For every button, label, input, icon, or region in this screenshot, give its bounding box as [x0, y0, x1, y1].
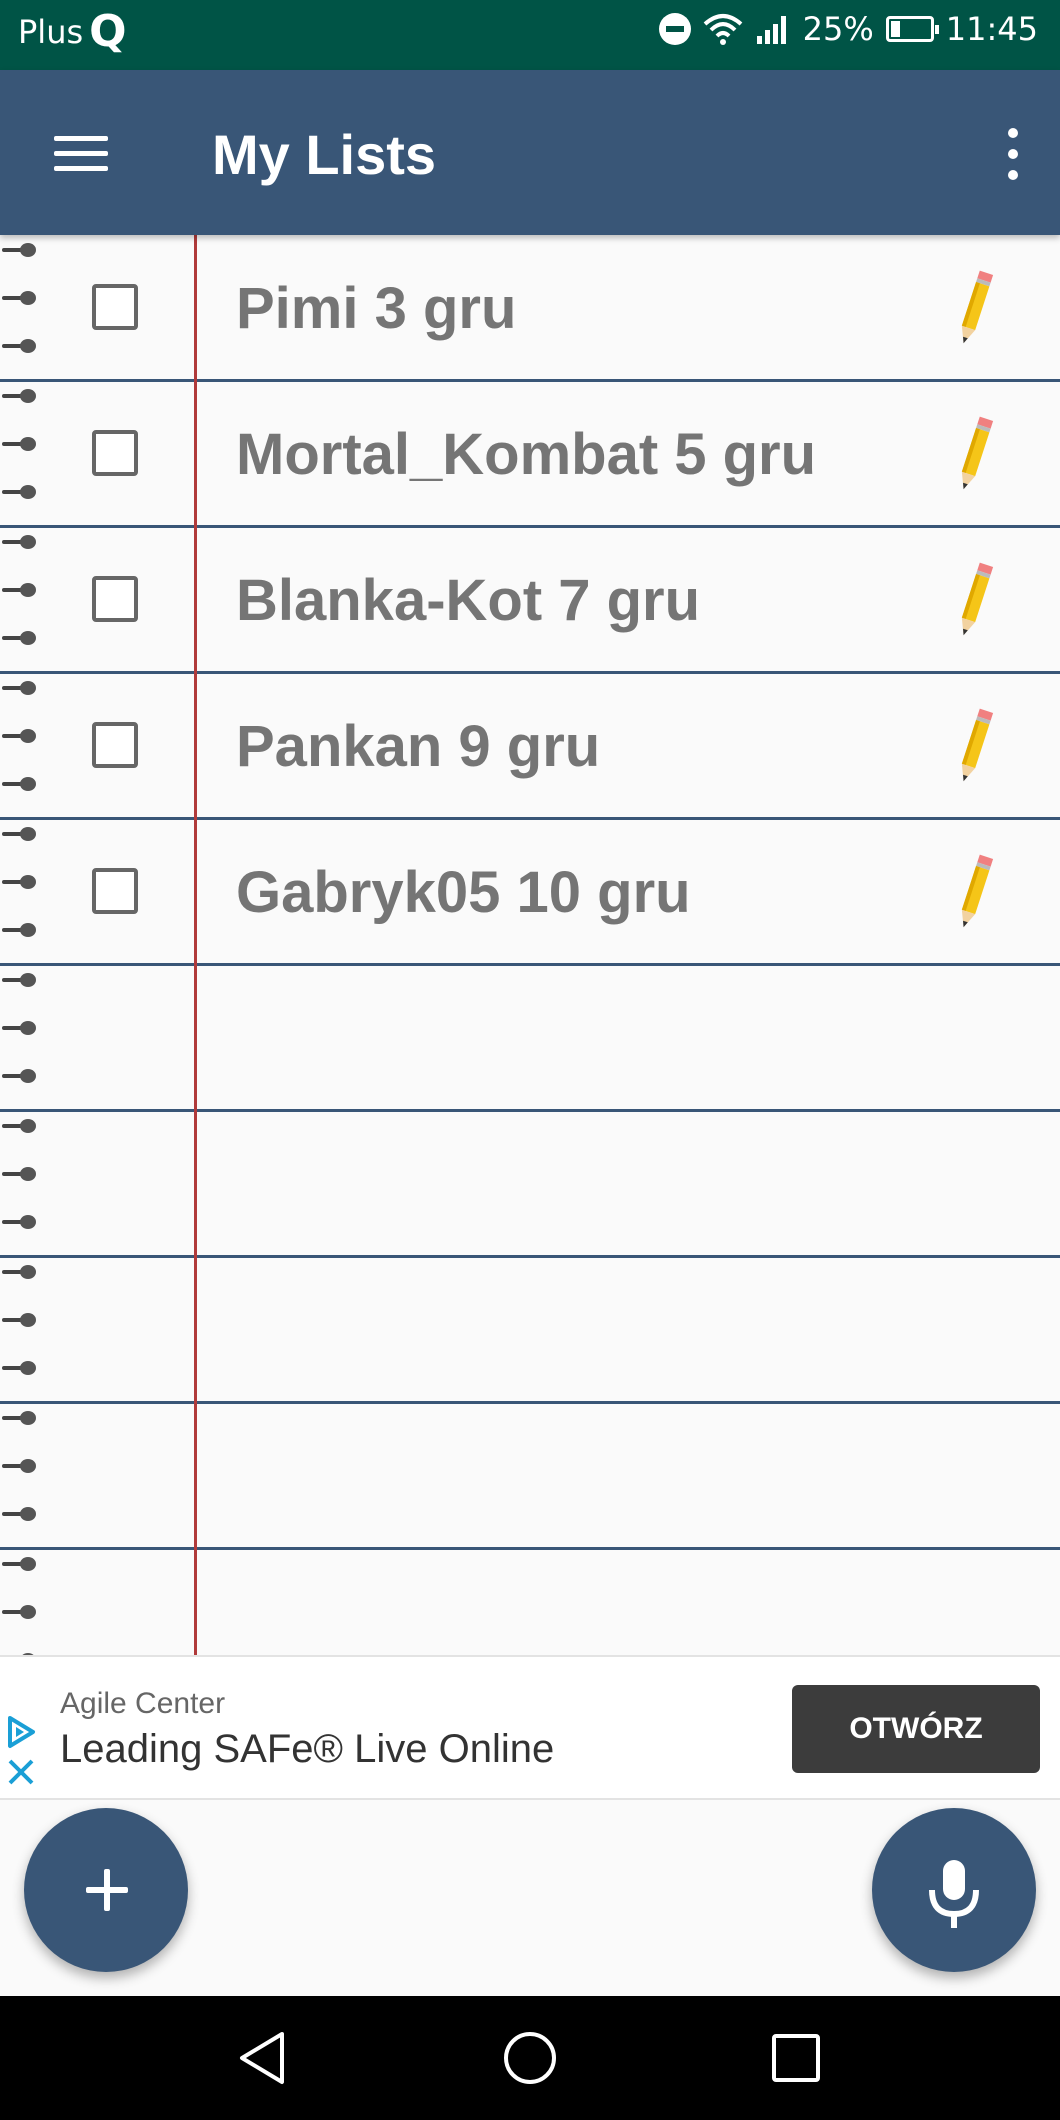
checkbox-icon[interactable] — [92, 430, 138, 476]
close-icon[interactable] — [6, 1757, 36, 1787]
carrier-prefix: Plus — [18, 13, 84, 51]
pencil-icon[interactable] — [955, 411, 995, 497]
spiral-ring-icon — [2, 923, 38, 937]
list-row — [0, 1257, 1060, 1404]
spiral-ring-icon — [2, 1507, 38, 1521]
spiral-ring-icon — [2, 1411, 38, 1425]
list-row[interactable]: Pankan 9 gru — [0, 673, 1060, 820]
ad-headline[interactable]: Leading SAFe® Live Online — [60, 1727, 554, 1772]
app-bar: My Lists — [0, 70, 1060, 235]
pencil-icon[interactable] — [955, 557, 995, 643]
spiral-ring-icon — [2, 1215, 38, 1229]
pencil-icon[interactable] — [955, 265, 995, 351]
signal-icon — [756, 16, 786, 44]
carrier-label: Plus Q — [18, 6, 127, 57]
microphone-icon — [929, 1860, 979, 1928]
page-title: My Lists — [212, 123, 437, 186]
spiral-ring-icon — [2, 631, 38, 645]
list-area[interactable]: Pimi 3 gru Mortal_Kombat 5 gru Blanka-Kot … — [0, 235, 1060, 1655]
spiral-ring-icon — [2, 1021, 38, 1035]
battery-percent: 25% — [802, 10, 874, 48]
clock: 11:45 — [945, 10, 1038, 48]
spiral-ring-icon — [2, 1605, 38, 1619]
list-row[interactable]: Pimi 3 gru — [0, 235, 1060, 382]
carrier-logo: Q — [89, 6, 127, 57]
list-item-label[interactable]: Mortal_Kombat 5 gru — [236, 421, 816, 488]
checkbox-icon[interactable] — [92, 284, 138, 330]
list-row[interactable]: Gabryk05 10 gru — [0, 819, 1060, 966]
status-bar: Plus Q 25% 11:45 — [0, 0, 1060, 70]
spiral-ring-icon — [2, 291, 38, 305]
recents-icon[interactable] — [764, 2026, 828, 2090]
list-row — [0, 965, 1060, 1112]
spiral-ring-icon — [2, 1265, 38, 1279]
add-list-button[interactable] — [24, 1808, 188, 1972]
spiral-binding — [0, 381, 40, 527]
spiral-ring-icon — [2, 339, 38, 353]
navigation-bar — [0, 1996, 1060, 2120]
battery-icon — [885, 16, 939, 42]
spiral-ring-icon — [2, 485, 38, 499]
do-not-disturb-icon — [658, 13, 691, 45]
list-item-label[interactable]: Gabryk05 10 gru — [236, 859, 691, 926]
pencil-icon[interactable] — [955, 703, 995, 789]
checkbox-icon[interactable] — [92, 868, 138, 914]
spiral-ring-icon — [2, 535, 38, 549]
spiral-ring-icon — [2, 437, 38, 451]
spiral-ring-icon — [2, 1557, 38, 1571]
ad-choices-icon[interactable] — [6, 1715, 36, 1749]
margin-line — [194, 235, 197, 1655]
spiral-binding — [0, 1111, 40, 1257]
voice-input-button[interactable] — [872, 1808, 1036, 1972]
list-row[interactable]: Mortal_Kombat 5 gru — [0, 381, 1060, 528]
spiral-binding — [0, 673, 40, 819]
spiral-ring-icon — [2, 729, 38, 743]
ad-banner[interactable]: Agile Center Leading SAFe® Live Online O… — [0, 1655, 1060, 1800]
list-item-label[interactable]: Pankan 9 gru — [236, 713, 600, 780]
spiral-binding — [0, 1549, 40, 1655]
checkbox-icon[interactable] — [92, 576, 138, 622]
pencil-icon[interactable] — [955, 849, 995, 935]
wifi-icon — [703, 14, 742, 45]
spiral-ring-icon — [2, 583, 38, 597]
ad-open-button[interactable]: OTWÓRZ — [792, 1685, 1040, 1773]
list-item-label[interactable]: Blanka-Kot 7 gru — [236, 567, 700, 634]
spiral-ring-icon — [2, 875, 38, 889]
spiral-binding — [0, 819, 40, 965]
spiral-binding — [0, 527, 40, 673]
spiral-ring-icon — [2, 1313, 38, 1327]
list-row — [0, 1549, 1060, 1655]
spiral-ring-icon — [2, 777, 38, 791]
menu-icon[interactable] — [48, 132, 108, 176]
home-icon[interactable] — [498, 2026, 562, 2090]
spiral-ring-icon — [2, 1361, 38, 1375]
spiral-ring-icon — [2, 973, 38, 987]
spiral-ring-icon — [2, 681, 38, 695]
list-item-label[interactable]: Pimi 3 gru — [236, 275, 516, 342]
list-row — [0, 1111, 1060, 1258]
spiral-ring-icon — [2, 1167, 38, 1181]
spiral-binding — [0, 965, 40, 1111]
spiral-ring-icon — [2, 1119, 38, 1133]
spiral-ring-icon — [2, 1069, 38, 1083]
spiral-ring-icon — [2, 827, 38, 841]
spiral-binding — [0, 235, 40, 381]
list-row[interactable]: Blanka-Kot 7 gru — [0, 527, 1060, 674]
spiral-binding — [0, 1403, 40, 1549]
spiral-ring-icon — [2, 1459, 38, 1473]
more-vert-icon[interactable] — [992, 126, 1032, 182]
list-row — [0, 1403, 1060, 1550]
back-icon[interactable] — [232, 2026, 296, 2090]
checkbox-icon[interactable] — [92, 722, 138, 768]
spiral-ring-icon — [2, 389, 38, 403]
ad-brand: Agile Center — [60, 1687, 226, 1720]
spiral-binding — [0, 1257, 40, 1403]
status-icons: 25% 11:45 — [658, 10, 1038, 48]
spiral-ring-icon — [2, 243, 38, 257]
